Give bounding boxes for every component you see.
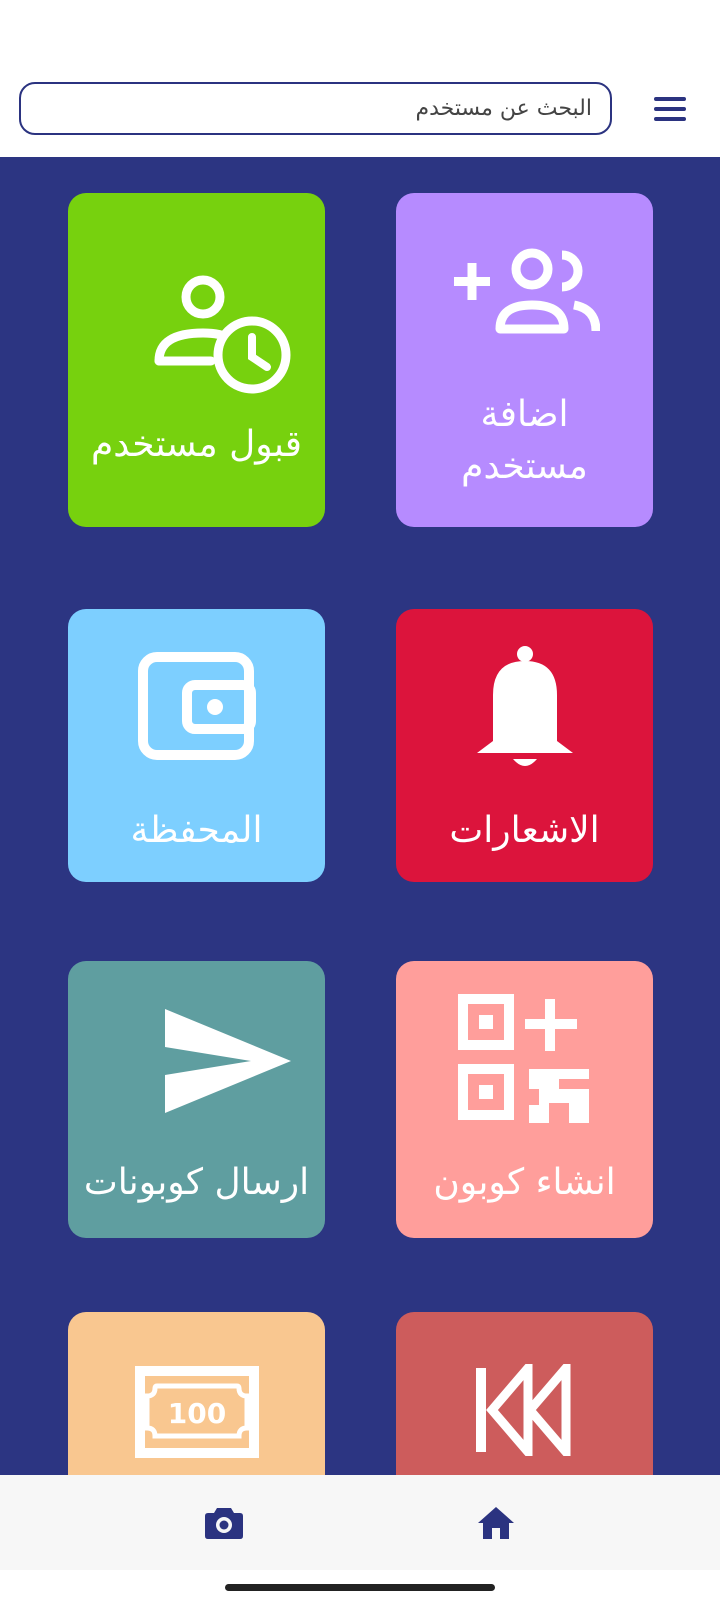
- app-header: [0, 60, 720, 157]
- camera-button[interactable]: [202, 1503, 246, 1543]
- home-indicator[interactable]: [225, 1584, 495, 1591]
- create-coupon-tile[interactable]: انشاء كوبون: [396, 961, 653, 1238]
- menu-button[interactable]: [650, 94, 690, 124]
- system-home-area: [0, 1570, 720, 1600]
- accept-user-tile[interactable]: قبول مستخدم: [68, 193, 325, 527]
- status-bar: [0, 0, 720, 60]
- wallet-label: المحفظة: [130, 810, 263, 851]
- send-icon: [68, 1005, 325, 1117]
- menu-icon-bar: [654, 117, 686, 121]
- create-coupon-label: انشاء كوبون: [433, 1162, 616, 1203]
- banknote-text: 100: [167, 1397, 225, 1430]
- wallet-tile[interactable]: المحفظة: [68, 609, 325, 882]
- notifications-label: الاشعارات: [449, 810, 600, 851]
- search-box[interactable]: [19, 82, 612, 135]
- banknote-100-icon: 100: [68, 1366, 325, 1458]
- bottom-navigation: [0, 1475, 720, 1570]
- rewind-icon: [396, 1364, 653, 1456]
- add-user-label: اضافة مستخدم: [461, 394, 588, 487]
- add-user-tile[interactable]: اضافة مستخدم: [396, 193, 653, 527]
- notifications-tile[interactable]: الاشعارات: [396, 609, 653, 882]
- bell-icon: [396, 645, 653, 775]
- user-clock-icon: [68, 269, 325, 399]
- menu-icon-bar: [654, 97, 686, 101]
- home-button[interactable]: [474, 1503, 518, 1543]
- camera-icon: [205, 1508, 243, 1539]
- add-user-icon: [396, 247, 653, 347]
- accept-user-label: قبول مستخدم: [91, 424, 302, 465]
- money-tile[interactable]: 100: [68, 1312, 325, 1475]
- qr-add-icon: [396, 991, 653, 1131]
- search-input[interactable]: [39, 96, 592, 121]
- rewind-tile[interactable]: [396, 1312, 653, 1475]
- dashboard-grid: اضافة مستخدم قبول مستخدم الاشعارات المحف…: [0, 157, 720, 1475]
- home-icon: [478, 1507, 514, 1539]
- wallet-icon: [68, 651, 325, 761]
- menu-icon-bar: [654, 107, 686, 111]
- send-coupons-label: ارسال كوبونات: [83, 1162, 310, 1203]
- send-coupons-tile[interactable]: ارسال كوبونات: [68, 961, 325, 1238]
